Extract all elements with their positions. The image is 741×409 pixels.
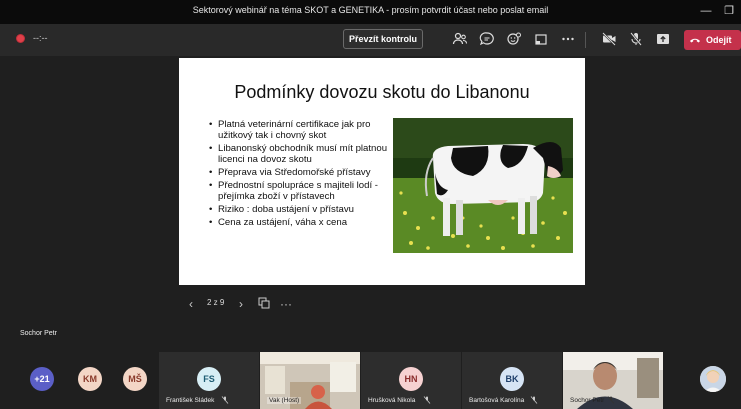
slide-grid-icon[interactable] xyxy=(257,297,271,311)
participant-tile-bk[interactable]: BK Bartošová Karolína xyxy=(462,352,562,409)
people-icon[interactable] xyxy=(452,31,468,47)
cow-photo xyxy=(393,118,573,253)
slide-page-indicator: 2 z 9 xyxy=(207,298,225,307)
minimize-icon[interactable]: — xyxy=(699,4,713,18)
window-title-bar: Sektorový webinář na téma SKOT a GENETIK… xyxy=(0,0,741,24)
slide-title: Podmínky dovozu skotu do Libanonu xyxy=(234,82,530,102)
participant-video-tile-host[interactable]: Vak (Host) xyxy=(260,352,360,409)
next-slide-icon[interactable]: › xyxy=(234,297,248,311)
slide-bullet-list: Platná veterinární certifikace jak pro u… xyxy=(209,119,389,230)
participant-avatar-ms[interactable]: MŠ xyxy=(123,367,147,391)
participant-tile-fs[interactable]: FS František Sládek xyxy=(159,352,259,409)
mic-off-icon xyxy=(221,396,229,404)
share-icon[interactable] xyxy=(655,31,671,47)
share-tray-icon[interactable] xyxy=(533,31,549,47)
take-control-button[interactable]: Převzít kontrolu xyxy=(343,29,423,49)
restore-icon[interactable]: ❐ xyxy=(722,4,736,18)
participant-avatar-km[interactable]: KM xyxy=(78,367,102,391)
slide-bullet: Libanonský obchodník musí mít platnou li… xyxy=(209,143,389,165)
toolbar-divider xyxy=(585,32,586,48)
participant-strip: +21 KM MŠ FS František Sládek Vak (Host)… xyxy=(0,352,741,409)
slide-bullet: Riziko : doba ustájení v přístavu xyxy=(209,204,389,215)
chat-icon[interactable] xyxy=(479,31,495,47)
overflow-participants-button[interactable]: +21 xyxy=(30,367,54,391)
leave-label: Odejít xyxy=(706,35,732,45)
more-icon[interactable] xyxy=(560,31,576,47)
slide-navigation: ‹ 2 z 9 › ··· xyxy=(180,294,300,314)
slide-bullet: Přednostní spolupráce s majiteli lodí - … xyxy=(209,180,389,202)
participant-name: Vak (Host) xyxy=(267,397,302,404)
mic-off-icon xyxy=(607,396,615,404)
slide-bullet: Přeprava via Středomořské přístavy xyxy=(209,167,389,178)
meeting-timer: --:-- xyxy=(33,33,48,43)
mic-off-icon xyxy=(530,396,538,404)
participant-name: František Sládek xyxy=(166,397,215,404)
window-title: Sektorový webinář na téma SKOT a GENETIK… xyxy=(192,5,549,15)
participant-avatar: HN xyxy=(399,367,423,391)
participant-name: Bartošová Karolína xyxy=(469,397,525,404)
recording-indicator-icon xyxy=(16,34,25,43)
participant-name: Sochor Petr xyxy=(570,397,605,404)
slide-more-icon[interactable]: ··· xyxy=(279,297,293,311)
participant-tile-hn[interactable]: HN Hrušková Nikola xyxy=(361,352,461,409)
slide-bullet: Cena za ustájení, váha x cena xyxy=(209,217,389,228)
meeting-toolbar: --:-- Převzít kontrolu Odejít xyxy=(0,24,741,56)
mic-off-icon xyxy=(423,396,431,404)
leave-button[interactable]: Odejít xyxy=(684,30,741,50)
previous-slide-icon[interactable]: ‹ xyxy=(184,297,198,311)
presenter-name: Sochor Petr xyxy=(20,330,57,337)
reactions-icon[interactable] xyxy=(506,31,522,47)
slide-bullet: Platná veterinární certifikace jak pro u… xyxy=(209,119,389,141)
participant-name: Hrušková Nikola xyxy=(368,397,416,404)
participant-video-tile-presenter[interactable]: Sochor Petr xyxy=(563,352,663,409)
presentation-stage: Podmínky dovozu skotu do Libanonu Platná… xyxy=(0,56,741,352)
participant-avatar: BK xyxy=(500,367,524,391)
participant-avatar: FS xyxy=(197,367,221,391)
participant-photo-avatar[interactable] xyxy=(700,366,726,392)
camera-off-icon[interactable] xyxy=(601,31,617,47)
shared-slide: Podmínky dovozu skotu do Libanonu Platná… xyxy=(179,58,585,285)
phone-hangup-icon xyxy=(690,38,700,43)
mic-off-icon[interactable] xyxy=(628,31,644,47)
